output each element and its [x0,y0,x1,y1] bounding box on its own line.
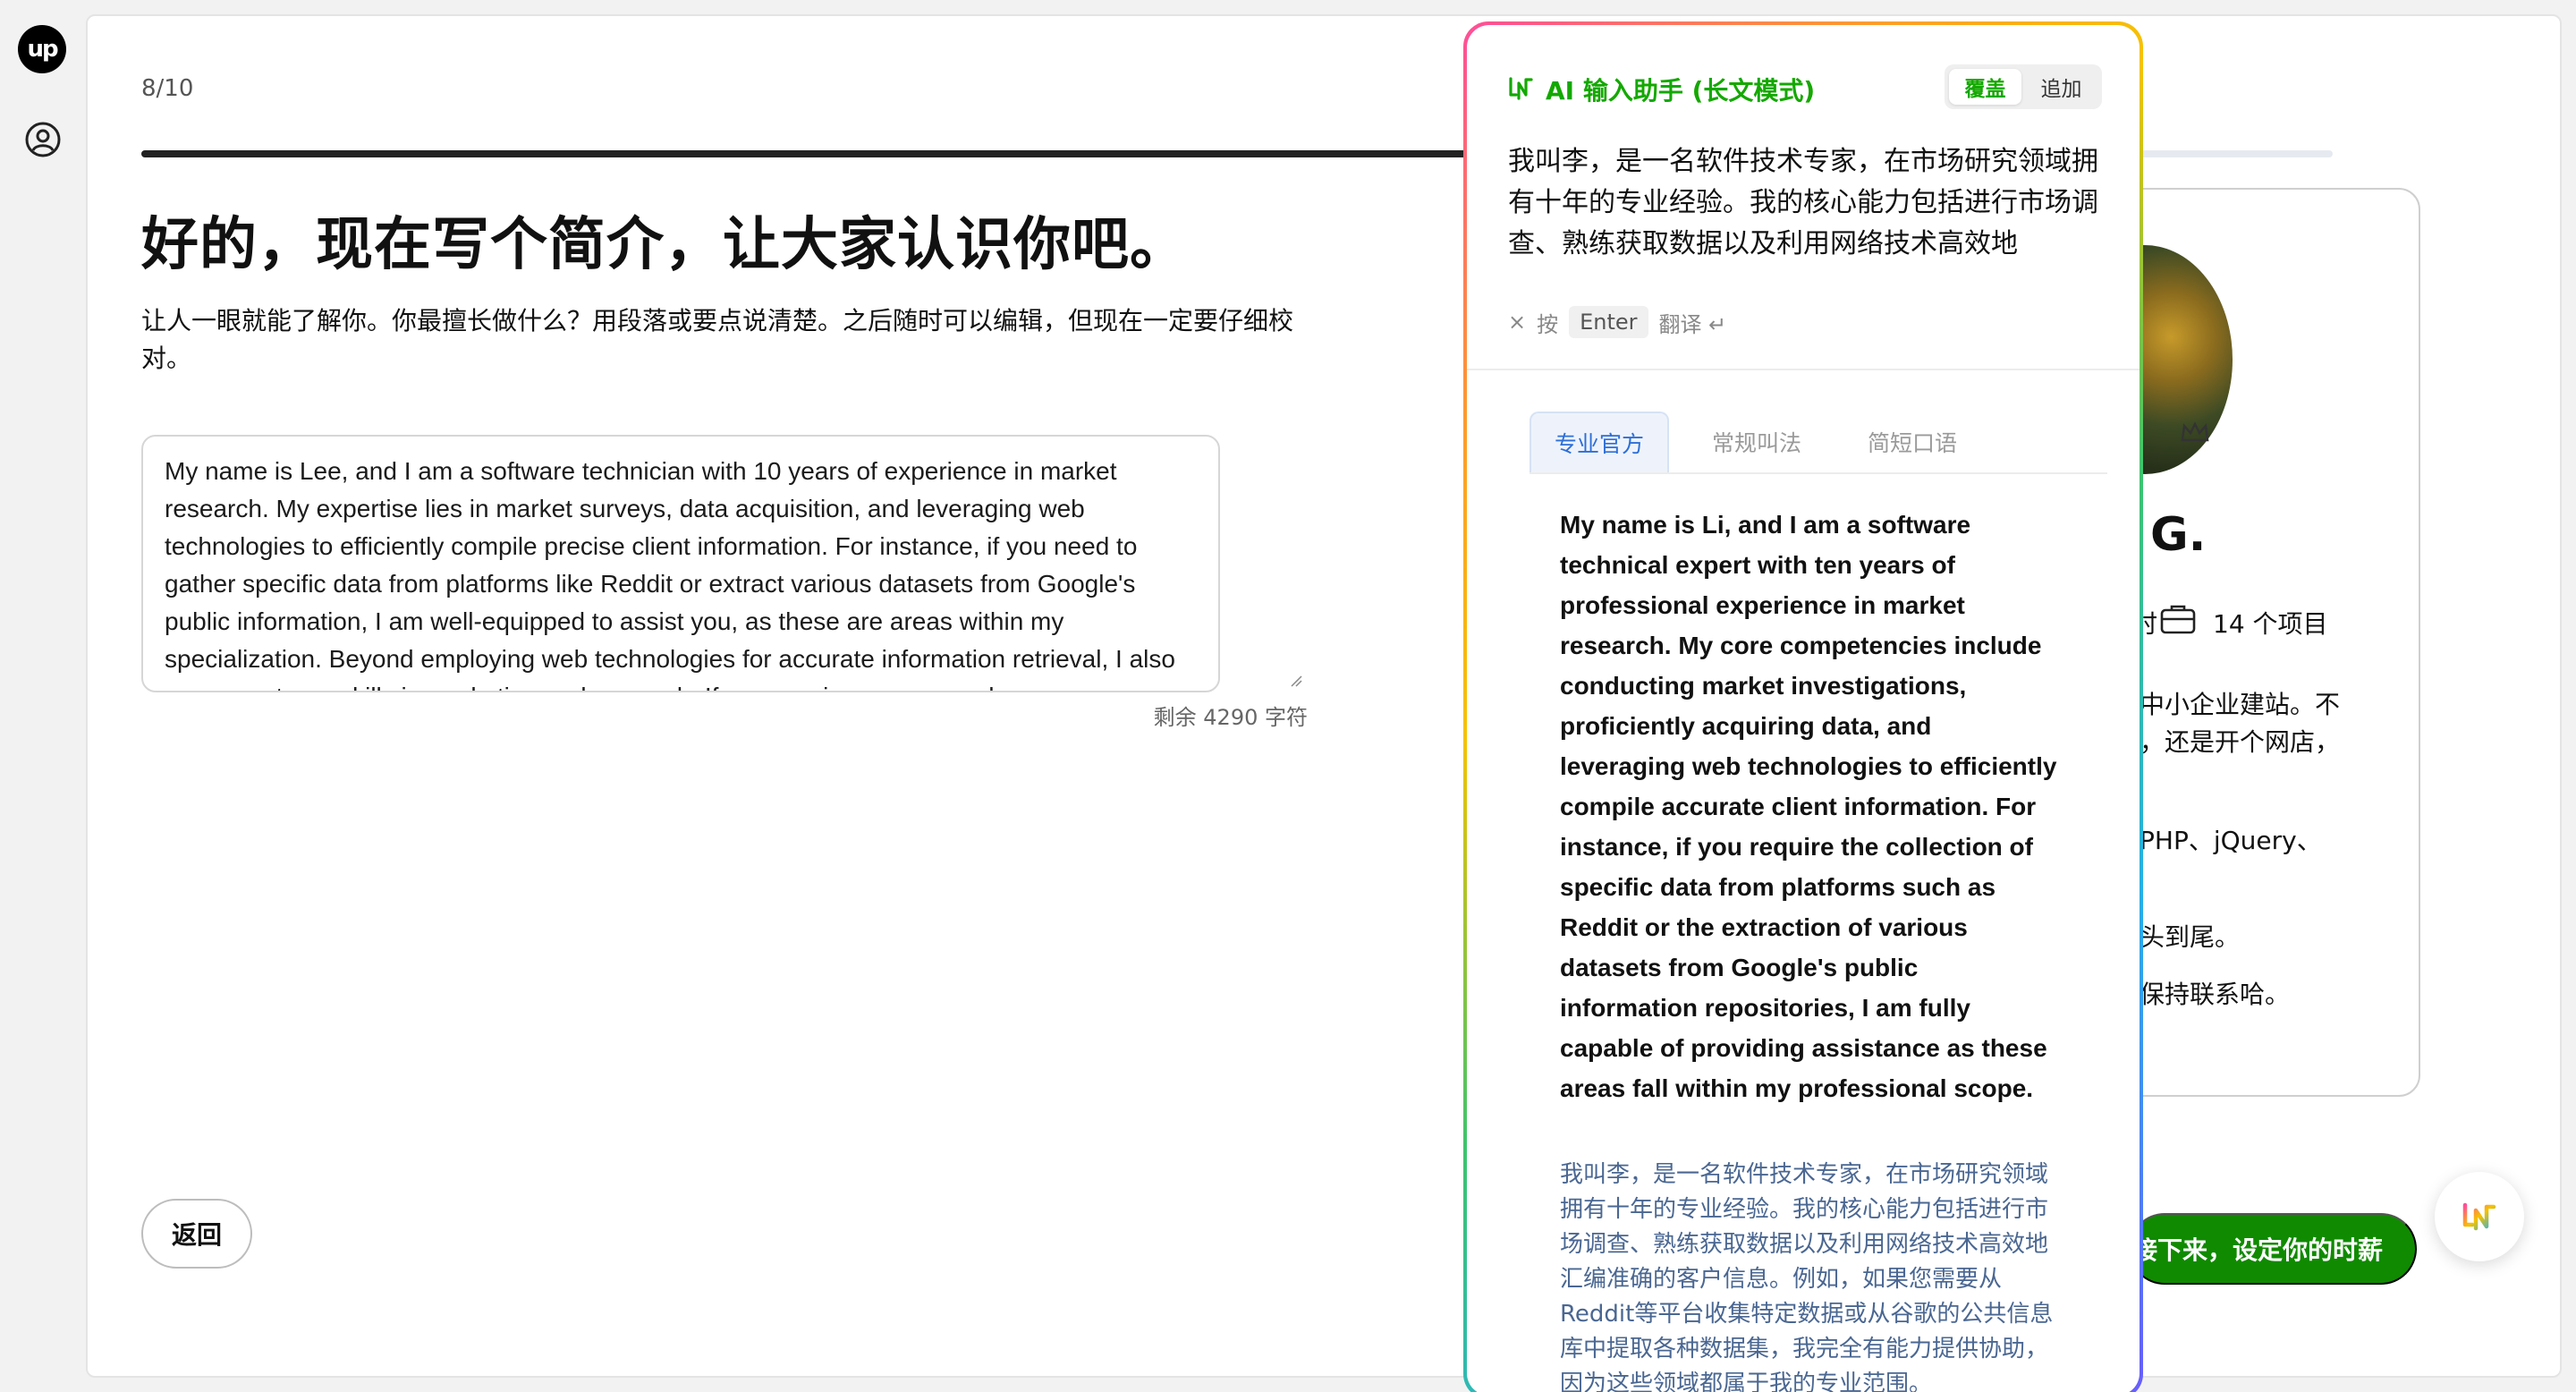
ai-result-translation: 我叫李，是一名软件技术专家，在市场研究领域拥有十年的专业经验。我的核心能力包括进… [1560,1161,2054,1392]
briefcase-icon [2160,605,2196,634]
ai-assistant-icon [2462,1202,2496,1231]
mode-append-button[interactable]: 追加 [2025,69,2097,105]
ai-source-input[interactable]: 我叫李，是一名软件技术专家，在市场研究领域拥有十年的专业经验。我的核心能力包括进… [1508,141,2107,265]
tab-brief[interactable]: 简短口语 [1844,412,1980,472]
page-subtitle: 让人一眼就能了解你。你最擅长做什么？用段落或要点说清楚。之后随时可以编辑，但现在… [141,306,1294,373]
profile-bio-line: ，还是开个网店， [2140,727,2341,757]
hint-translate-label: 翻译 ↵ [1658,311,1727,337]
translate-hint: × 按 Enter 翻译 ↵ [1508,306,1726,338]
user-circle-icon[interactable] [24,121,62,158]
profile-name: G. [2150,508,2207,562]
char-count: 剩余 4290 字符 [1153,705,1308,730]
mode-overwrite-button[interactable]: 覆盖 [1949,69,2021,105]
left-rail: up [0,0,86,1392]
step-indicator: 8/10 [141,75,194,102]
back-button[interactable]: 返回 [141,1199,252,1269]
mode-toggle: 覆盖 追加 [1945,64,2102,109]
profile-bio-line: PHP、jQuery、 [2140,826,2322,855]
ai-result-text[interactable]: My name is Li, and I am a software techn… [1560,505,2061,1108]
hint-press-label: 按 [1537,311,1559,337]
panel-divider [1467,369,2140,370]
crown-icon [2181,421,2209,442]
ai-panel-title: AI 输入助手 (长文模式) [1546,76,1816,106]
close-icon[interactable]: × [1508,310,1526,335]
upwork-logo-icon[interactable]: up [18,25,66,73]
profile-bio-line: 保持联系哈。 [2140,980,2291,1009]
ai-assistant-fab[interactable] [2435,1172,2524,1261]
profile-bio-line: 头到尾。 [2140,922,2241,952]
tab-professional[interactable]: 专业官方 [1530,412,1670,472]
profile-projects: 14 个项目 [2213,609,2328,639]
style-tabs: 专业官方 常规叫法 简短口语 [1530,412,2107,474]
ai-assistant-icon [1509,77,1533,100]
next-button[interactable]: 接下来，设定你的时薪 [2129,1213,2417,1285]
profile-bio-line: 中小企业建站。不 [2140,690,2341,719]
enter-key-badge: Enter [1569,306,1648,338]
ai-assistant-panel: AI 输入助手 (长文模式) 覆盖 追加 我叫李，是一名软件技术专家，在市场研究… [1463,21,2143,1392]
resize-grip-icon[interactable] [1288,673,1302,687]
page-title: 好的，现在写个简介，让大家认识你吧。 [141,212,1188,278]
tab-casual[interactable]: 常规叫法 [1689,412,1825,472]
bio-textarea[interactable]: My name is Lee, and I am a software tech… [141,435,1220,692]
